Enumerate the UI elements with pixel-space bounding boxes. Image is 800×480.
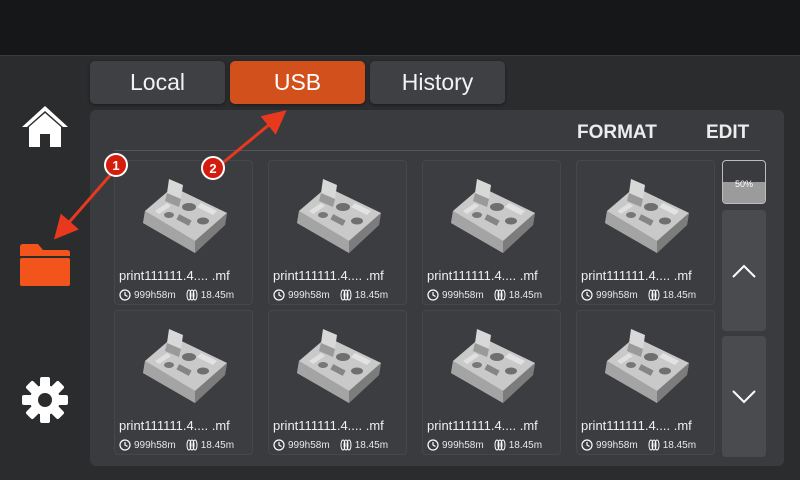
file-meta: 999h58m 18.45m <box>581 288 715 302</box>
scroll-down-button[interactable] <box>722 336 766 457</box>
filament-icon <box>648 439 660 451</box>
filament-icon <box>186 289 198 301</box>
annotation-badge-2: 2 <box>201 156 225 180</box>
file-name: print111111.4.... .mf <box>581 418 692 433</box>
clock-icon <box>581 289 593 301</box>
edit-button[interactable]: EDIT <box>706 122 749 144</box>
print-time: 999h58m <box>596 439 638 451</box>
filament-icon <box>340 289 352 301</box>
filament-icon <box>494 289 506 301</box>
model-thumbnail <box>605 179 689 253</box>
file-card[interactable]: print111111.4.... .mf 999h58m 18.45m <box>114 160 253 305</box>
tab-local[interactable]: Local <box>90 61 225 104</box>
clock-icon <box>427 289 439 301</box>
top-bar <box>0 0 800 56</box>
file-card[interactable]: print111111.4.... .mf 999h58m 18.45m <box>422 310 561 455</box>
file-panel: FORMAT EDIT print111111.4.... .mf 999h58… <box>90 110 784 466</box>
filament-length: 18.45m <box>508 439 543 451</box>
filament-icon <box>186 439 198 451</box>
panel-header: FORMAT EDIT <box>114 110 760 151</box>
chevron-down-icon <box>732 389 756 403</box>
file-card[interactable]: print111111.4.... .mf 999h58m 18.45m <box>576 160 715 305</box>
file-name: print111111.4.... .mf <box>427 418 538 433</box>
format-button[interactable]: FORMAT <box>577 122 657 144</box>
model-thumbnail <box>605 329 689 403</box>
file-meta: 999h58m 18.45m <box>119 288 253 302</box>
file-meta: 999h58m 18.45m <box>581 438 715 452</box>
scroll-percent-indicator: 50% <box>722 160 766 204</box>
sidebar-item-files[interactable] <box>0 215 90 315</box>
print-time: 999h58m <box>442 289 484 301</box>
filament-length: 18.45m <box>662 289 697 301</box>
filament-length: 18.45m <box>508 289 543 301</box>
folder-icon <box>20 244 70 286</box>
print-time: 999h58m <box>596 289 638 301</box>
file-card[interactable]: print111111.4.... .mf 999h58m 18.45m <box>268 310 407 455</box>
filament-length: 18.45m <box>200 439 235 451</box>
file-meta: 999h58m 18.45m <box>273 288 407 302</box>
clock-icon <box>119 289 131 301</box>
annotation-badge-1: 1 <box>104 153 128 177</box>
clock-icon <box>119 439 131 451</box>
scroll-up-button[interactable] <box>722 210 766 331</box>
filament-length: 18.45m <box>354 289 389 301</box>
print-time: 999h58m <box>134 289 176 301</box>
scroll-percent-label: 50% <box>734 179 753 189</box>
file-meta: 999h58m 18.45m <box>427 438 561 452</box>
model-thumbnail <box>297 329 381 403</box>
filament-length: 18.45m <box>662 439 697 451</box>
chevron-up-icon <box>732 264 756 278</box>
filament-icon <box>494 439 506 451</box>
print-time: 999h58m <box>288 289 330 301</box>
tab-usb[interactable]: USB <box>230 61 365 104</box>
file-meta: 999h58m 18.45m <box>273 438 407 452</box>
print-time: 999h58m <box>134 439 176 451</box>
file-card[interactable]: print111111.4.... .mf 999h58m 18.45m <box>422 160 561 305</box>
sidebar-item-home[interactable] <box>0 76 90 176</box>
tab-history[interactable]: History <box>370 61 505 104</box>
file-name: print111111.4.... .mf <box>427 268 538 283</box>
filament-length: 18.45m <box>354 439 389 451</box>
file-card[interactable]: print111111.4.... .mf 999h58m 18.45m <box>114 310 253 455</box>
clock-icon <box>427 439 439 451</box>
model-thumbnail <box>451 329 535 403</box>
file-name: print111111.4.... .mf <box>273 418 384 433</box>
home-icon <box>22 106 68 147</box>
clock-icon <box>273 439 285 451</box>
clock-icon <box>581 439 593 451</box>
file-meta: 999h58m 18.45m <box>119 438 253 452</box>
file-card[interactable]: print111111.4.... .mf 999h58m 18.45m <box>576 310 715 455</box>
filament-icon <box>340 439 352 451</box>
filament-length: 18.45m <box>200 289 235 301</box>
filament-icon <box>648 289 660 301</box>
sidebar <box>0 56 90 480</box>
file-name: print111111.4.... .mf <box>119 418 230 433</box>
model-thumbnail <box>297 179 381 253</box>
clock-icon <box>273 289 285 301</box>
gear-icon <box>22 377 68 423</box>
sidebar-item-settings[interactable] <box>0 350 90 450</box>
print-time: 999h58m <box>288 439 330 451</box>
model-thumbnail <box>143 329 227 403</box>
file-name: print111111.4.... .mf <box>581 268 692 283</box>
file-name: print111111.4.... .mf <box>273 268 384 283</box>
file-name: print111111.4.... .mf <box>119 268 230 283</box>
print-time: 999h58m <box>442 439 484 451</box>
model-thumbnail <box>143 179 227 253</box>
file-meta: 999h58m 18.45m <box>427 288 561 302</box>
model-thumbnail <box>451 179 535 253</box>
file-card[interactable]: print111111.4.... .mf 999h58m 18.45m <box>268 160 407 305</box>
